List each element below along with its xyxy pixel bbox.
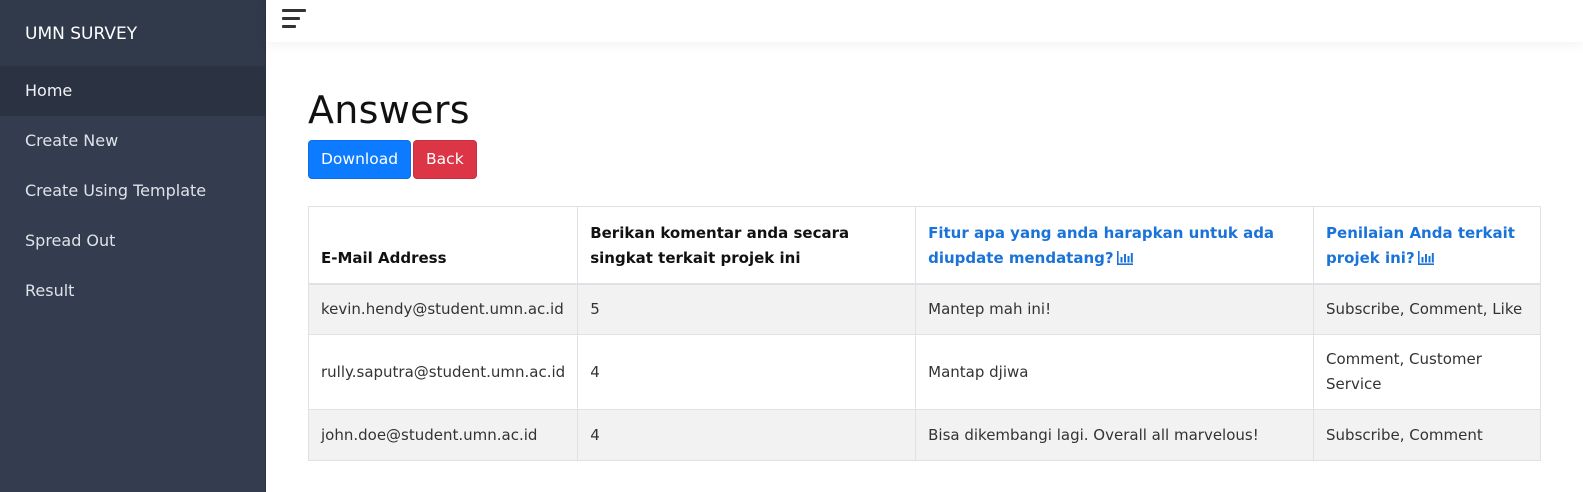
brand-title[interactable]: UMN SURVEY [0,0,265,66]
table-row: kevin.hendy@student.umn.ac.id 5 Mantep m… [307,283,1541,335]
column-header-features[interactable]: Fitur apa yang anda harapkan untuk ada d… [915,206,1315,285]
column-header-comment: Berikan komentar anda secara singkat ter… [577,206,917,285]
sidebar-item-create-new[interactable]: Create New [0,116,265,166]
sidebar-item-result[interactable]: Result [0,266,265,316]
sidebar-item-home[interactable]: Home [0,66,265,116]
cell-rating: Subscribe, Comment, Like [1313,283,1541,335]
download-button[interactable]: Download [308,140,412,179]
cell-rating: Comment, Customer Service [1313,334,1541,410]
page-title: Answers [308,88,470,132]
table-header-row: E-Mail Address Berikan komentar anda sec… [307,206,1541,285]
cell-features: Mantep mah ini! [915,283,1315,335]
topbar [266,0,1583,42]
cell-email: john.doe@student.umn.ac.id [307,409,579,461]
column-header-email: E-Mail Address [307,206,579,285]
cell-rating: Subscribe, Comment [1313,409,1541,461]
sidebar-item-create-using-template[interactable]: Create Using Template [0,166,265,216]
cell-email: rully.saputra@student.umn.ac.id [307,334,579,410]
sidebar-item-spread-out[interactable]: Spread Out [0,216,265,266]
action-buttons: Download Back [308,140,1541,180]
sidebar: UMN SURVEY Home Create New Create Using … [0,0,266,492]
bar-chart-icon[interactable] [1116,250,1133,265]
cell-email: kevin.hendy@student.umn.ac.id [307,283,579,335]
table-row: john.doe@student.umn.ac.id 4 Bisa dikemb… [307,409,1541,461]
cell-comment: 5 [577,283,917,335]
table-row: rully.saputra@student.umn.ac.id 4 Mantap… [307,334,1541,410]
cell-comment: 4 [577,334,917,410]
main-content: Answers Download Back E-Mail Address Beri… [307,86,1541,461]
column-header-rating[interactable]: Penilaian Anda terkait projek ini? [1313,206,1541,285]
hamburger-menu-icon[interactable] [282,9,306,29]
answers-table: E-Mail Address Berikan komentar anda sec… [307,206,1541,461]
cell-comment: 4 [577,409,917,461]
back-button[interactable]: Back [413,140,477,179]
bar-chart-icon[interactable] [1417,250,1434,265]
cell-features: Bisa dikembangi lagi. Overall all marvel… [915,409,1315,461]
cell-features: Mantap djiwa [915,334,1315,410]
